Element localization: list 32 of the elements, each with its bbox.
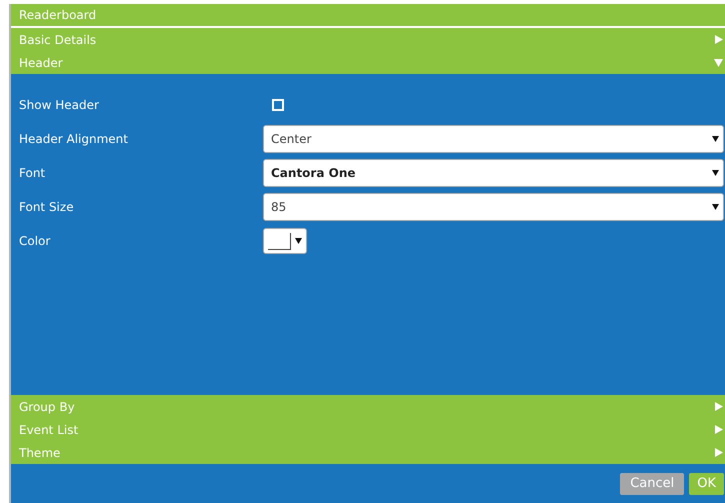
section-title: Theme <box>19 446 60 460</box>
dropdown[interactable]: 85 <box>263 193 724 221</box>
window-title: Readerboard <box>19 8 96 22</box>
field-label: Font <box>18 166 46 180</box>
section-header[interactable]: Basic Details <box>11 28 725 51</box>
field-label: Color <box>18 234 52 248</box>
field-label: Font Size <box>18 200 75 214</box>
dropdown-caret-icon <box>712 170 719 176</box>
section-header[interactable]: Theme <box>11 441 725 464</box>
expand-triangle-icon <box>715 402 723 411</box>
dropdown[interactable]: Cantora One <box>263 159 724 187</box>
ok-button[interactable]: OK <box>689 472 724 494</box>
dropdown[interactable]: Center <box>263 125 724 153</box>
section-header[interactable]: Group By <box>11 395 725 418</box>
expand-triangle-icon <box>715 425 723 434</box>
section-title: Event List <box>19 422 78 436</box>
dropdown-caret-icon <box>712 204 719 210</box>
field-label: Header Alignment <box>18 132 129 146</box>
expand-triangle-icon <box>715 448 723 457</box>
section-title: Header <box>19 56 63 70</box>
expand-triangle-icon <box>715 35 723 44</box>
collapse-triangle-icon <box>714 58 723 66</box>
cancel-button[interactable]: Cancel <box>620 472 684 494</box>
section-title: Group By <box>19 400 75 414</box>
dropdown-caret-icon <box>295 238 302 244</box>
section-header[interactable]: Header <box>11 51 725 74</box>
color-picker[interactable] <box>263 228 307 254</box>
checkbox[interactable] <box>273 100 283 110</box>
section-header[interactable]: Event List <box>11 418 725 441</box>
section-title: Basic Details <box>19 32 96 46</box>
field-label: Show Header <box>18 98 100 112</box>
dropdown-caret-icon <box>712 136 719 142</box>
